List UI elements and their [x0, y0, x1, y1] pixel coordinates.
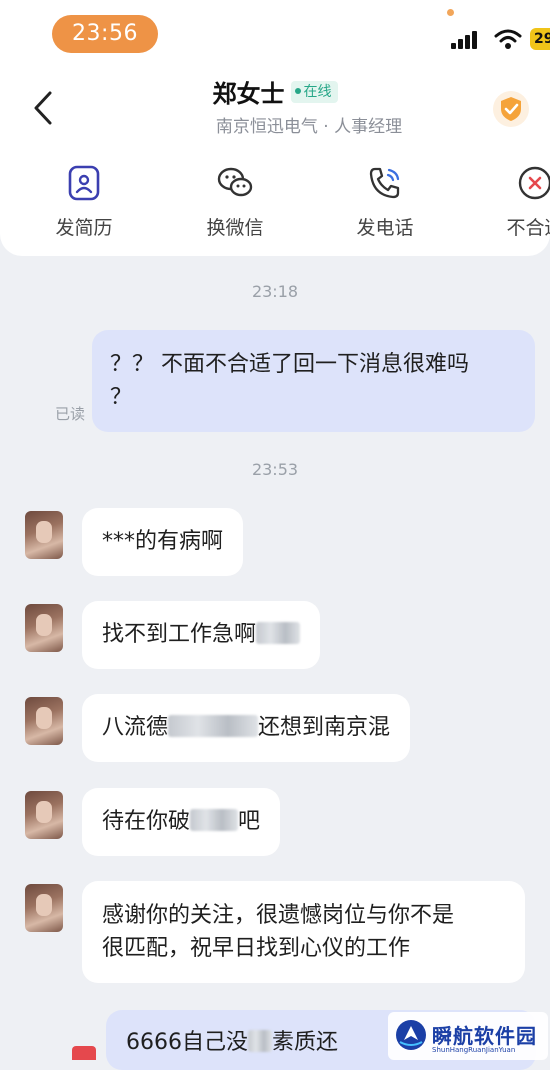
contact-avatar[interactable]: [25, 697, 63, 745]
resume-icon: [68, 165, 100, 201]
message-text: 6666自己没: [126, 1030, 248, 1055]
message-timestamp: 23:18: [251, 282, 299, 301]
message-text: 还想到南京混: [258, 715, 391, 740]
read-status: 已读: [55, 405, 86, 423]
redacted-text: [168, 715, 259, 737]
contact-avatar[interactable]: [25, 791, 63, 839]
outgoing-message-line: ？: [110, 385, 133, 410]
incoming-message[interactable]: 找不到工作急啊: [82, 601, 321, 669]
send-resume-button[interactable]: 发简历: [29, 165, 139, 240]
call-phone-label: 发电话: [356, 217, 414, 239]
company-title: 南京恒迅电气 · 人事经理: [215, 117, 403, 137]
redacted-text: [248, 1030, 272, 1052]
phone-icon: [369, 167, 400, 199]
verified-shield-icon[interactable]: [492, 90, 530, 128]
watermark-subtitle: ShunHangRuanJianYuan: [432, 1046, 516, 1054]
close-circle-icon: [518, 166, 550, 200]
incoming-message[interactable]: 感谢你的关注，很遗憾岗位与你不是 很匹配，祝早日找到心仪的工作: [82, 881, 525, 983]
exchange-wechat-button[interactable]: 换微信: [180, 165, 290, 240]
status-time: 23:56: [52, 15, 158, 53]
contact-avatar[interactable]: [25, 604, 63, 652]
incoming-message[interactable]: 八流德 还想到南京混: [82, 694, 411, 762]
redacted-text: [190, 809, 239, 831]
message-text: 八流德: [102, 715, 169, 740]
watermark-title: 瞬航软件园: [432, 1024, 537, 1048]
send-resume-label: 发简历: [55, 217, 113, 239]
message-text: 吧: [238, 809, 261, 834]
message-text: 找不到工作急啊: [102, 622, 257, 647]
message-text: 很匹配，祝早日找到心仪的工作: [102, 936, 411, 961]
incoming-message[interactable]: ***的有病啊: [82, 508, 244, 576]
privacy-indicator-dot: [447, 9, 454, 16]
online-dot-icon: [294, 87, 301, 94]
message-text: 感谢你的关注，很遗憾岗位与你不是: [102, 903, 455, 928]
not-suitable-label: 不合适: [506, 217, 550, 239]
contact-avatar[interactable]: [25, 884, 63, 932]
message-timestamp: 23:53: [251, 460, 299, 479]
online-badge: 在线: [290, 80, 338, 103]
message-text: 素质还: [272, 1030, 339, 1055]
battery-indicator: 29: [530, 28, 550, 50]
watermark-logo-icon: [396, 1020, 426, 1050]
wechat-icon: [217, 167, 253, 197]
contact-name: 郑女士: [212, 80, 285, 108]
outgoing-message-line: ？？ 不面不合适了回一下消息很难吗: [110, 352, 469, 377]
contact-avatar[interactable]: [25, 511, 63, 559]
wifi-icon: [494, 29, 522, 49]
message-text: 待在你破: [102, 809, 191, 834]
message-text: ***的有病啊: [102, 529, 224, 554]
outgoing-message[interactable]: ？？ 不面不合适了回一下消息很难吗 ？: [92, 330, 535, 432]
incoming-message[interactable]: 待在你破 吧: [82, 788, 281, 856]
not-suitable-button[interactable]: 不合适: [480, 165, 550, 240]
exchange-wechat-label: 换微信: [206, 217, 264, 239]
site-watermark: 瞬航软件园 ShunHangRuanJianYuan: [388, 1012, 548, 1060]
contact-heading: 郑女士 在线: [0, 74, 550, 109]
signal-icon: [451, 29, 485, 49]
call-phone-button[interactable]: 发电话: [330, 165, 440, 240]
send-failed-icon[interactable]: [72, 1046, 96, 1060]
online-label: 在线: [303, 83, 332, 100]
redacted-text: [256, 622, 301, 644]
